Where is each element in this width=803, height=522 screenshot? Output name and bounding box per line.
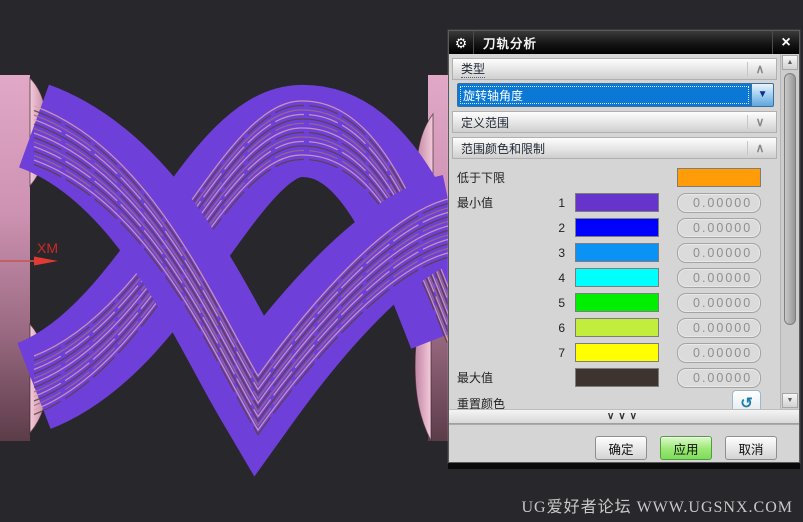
max-value-row: 最大值 0.00000 [449,365,780,390]
below-lower-label: 低于下限 [457,171,506,185]
ok-button[interactable]: 确定 [595,436,647,460]
close-button[interactable]: × [772,31,799,54]
toolpath-analysis-dialog: ⚙ 刀轨分析 × 类型 ∧ 旋转轴角度 ▼ 定义范围 ∨ 范围颜色和限制 ∧ 低… [448,30,800,463]
range-level-row: 5 0.00000 [449,290,780,315]
below-lower-color-swatch[interactable] [677,168,761,187]
section-header-define-range[interactable]: 定义范围 ∨ [452,111,778,133]
level-number: 2 [558,220,565,235]
dialog-title: 刀轨分析 [483,37,538,51]
range-level-row: 6 0.00000 [449,315,780,340]
level-number: 4 [558,270,565,285]
resize-chevrons-icon: ∨∨∨ [607,410,641,422]
section-label-range-colors: 范围颜色和限制 [461,141,546,156]
reset-colors-button[interactable]: ↺ [732,390,761,409]
combo-dropdown-button[interactable]: ▼ [751,84,774,106]
below-lower-row: 低于下限 [449,165,780,190]
dialog-menu-button[interactable]: ⚙ [449,31,474,54]
dialog-body: 类型 ∧ 旋转轴角度 ▼ 定义范围 ∨ 范围颜色和限制 ∧ 低于下限 最小值 1… [449,54,799,409]
scrollbar-thumb[interactable] [784,73,797,325]
range-level-row: 最小值 1 0.00000 [449,190,780,215]
chevron-up-icon[interactable]: ∧ [747,62,772,76]
reset-icon: ↺ [740,394,753,410]
triangle-down-icon: ▼ [786,397,794,404]
range-level-row: 2 0.00000 [449,215,780,240]
range-level-row: 7 0.00000 [449,340,780,365]
level-color-swatch[interactable] [575,293,659,312]
level-number: 7 [558,345,565,360]
range-level-row: 3 0.00000 [449,240,780,265]
max-color-swatch[interactable] [575,368,659,387]
range-color-rows: 低于下限 最小值 1 0.00000 2 0.00000 3 0.00000 4… [449,161,780,409]
section-header-range-colors[interactable]: 范围颜色和限制 ∧ [452,137,778,159]
scroll-up-button[interactable]: ▲ [782,55,799,70]
close-icon: × [781,33,791,51]
max-value-label: 最大值 [457,371,494,385]
level-color-swatch[interactable] [575,343,659,362]
part-left-face [0,75,30,441]
reset-colors-row: 重置颜色 ↺ [449,390,780,409]
level-color-swatch[interactable] [575,218,659,237]
level-value-field[interactable]: 0.00000 [677,217,761,238]
type-combo-row: 旋转轴角度 ▼ [457,83,775,107]
chevron-down-icon: ▼ [757,89,768,100]
section-header-type[interactable]: 类型 ∧ [452,58,778,80]
level-color-swatch[interactable] [575,193,659,212]
chevron-up-icon[interactable]: ∧ [747,141,772,155]
reset-colors-label: 重置颜色 [457,396,506,410]
range-level-row: 4 0.00000 [449,265,780,290]
level-value-field[interactable]: 0.00000 [677,192,761,213]
level-value-field[interactable]: 0.00000 [677,292,761,313]
analysis-type-combo[interactable]: 旋转轴角度 ▼ [457,83,775,107]
cancel-button[interactable]: 取消 [725,436,777,460]
level-color-swatch[interactable] [575,268,659,287]
dialog-titlebar[interactable]: ⚙ 刀轨分析 × [449,31,799,54]
dialog-scrollbar[interactable]: ▲ ▼ [780,54,799,409]
section-label-define-range: 定义范围 [461,115,510,130]
level-number: 6 [558,320,565,335]
level-color-swatch[interactable] [575,243,659,262]
scroll-down-button[interactable]: ▼ [782,393,799,408]
apply-button[interactable]: 应用 [660,436,712,460]
analysis-type-value: 旋转轴角度 [458,84,751,106]
section-label-type: 类型 [461,62,486,78]
level-value-field[interactable]: 0.00000 [677,317,761,338]
chevron-down-icon[interactable]: ∨ [747,115,772,129]
application-window: XM ⚙ 刀轨分析 × 类型 ∧ 旋转轴角度 ▼ 定义范围 ∨ 范围颜色和限制 … [0,0,803,522]
gear-icon: ⚙ [454,34,468,51]
forum-watermark: UG爱好者论坛 WWW.UGSNX.COM [521,499,793,516]
level-color-swatch[interactable] [575,318,659,337]
level-number: 3 [558,245,565,260]
level-label: 最小值 [457,196,494,210]
resize-handle[interactable]: ∨∨∨ [449,409,799,424]
dialog-content: 类型 ∧ 旋转轴角度 ▼ 定义范围 ∨ 范围颜色和限制 ∧ 低于下限 最小值 1… [449,54,780,409]
level-number: 5 [558,295,565,310]
xm-axis-label: XM [37,240,58,256]
max-value-field[interactable]: 0.00000 [677,367,761,388]
level-value-field[interactable]: 0.00000 [677,267,761,288]
level-number: 1 [558,195,565,210]
level-value-field[interactable]: 0.00000 [677,342,761,363]
dialog-footer: 确定 应用 取消 [449,424,799,464]
triangle-up-icon: ▲ [786,59,794,66]
level-value-field[interactable]: 0.00000 [677,242,761,263]
